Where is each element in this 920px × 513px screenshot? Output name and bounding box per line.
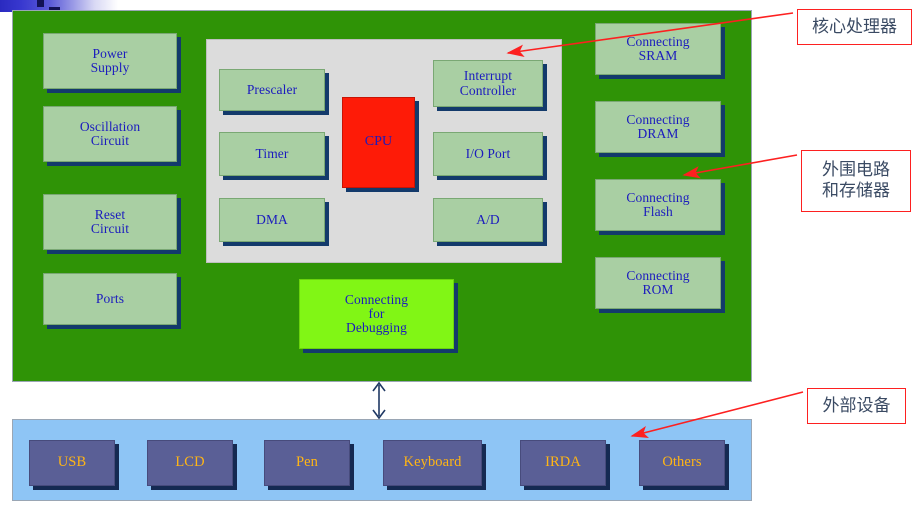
block-label: Reset Circuit bbox=[90, 206, 130, 236]
device-label: LCD bbox=[175, 454, 205, 471]
callout-text: 外部设备 bbox=[822, 395, 891, 416]
block-connecting-for-debugging[interactable]: Connecting for Debugging bbox=[299, 279, 454, 349]
block-connecting-flash[interactable]: Connecting Flash bbox=[595, 179, 721, 231]
block-dma[interactable]: DMA bbox=[219, 198, 325, 242]
block-label: I/O Port bbox=[465, 145, 511, 161]
block-oscillation-circuit[interactable]: Oscillation Circuit bbox=[43, 106, 177, 162]
block-reset-circuit[interactable]: Reset Circuit bbox=[43, 194, 177, 250]
block-io-port[interactable]: I/O Port bbox=[433, 132, 543, 176]
block-power-supply[interactable]: Power Supply bbox=[43, 33, 177, 89]
external-devices-panel: USB LCD Pen Keyboard IRDA Others bbox=[12, 419, 752, 501]
block-connecting-dram[interactable]: Connecting DRAM bbox=[595, 101, 721, 153]
device-label: USB bbox=[57, 454, 87, 471]
soc-panel: Power Supply Oscillation Circuit Reset C… bbox=[12, 10, 752, 382]
block-label: Connecting SRAM bbox=[626, 33, 690, 63]
block-timer[interactable]: Timer bbox=[219, 132, 325, 176]
block-cpu[interactable]: CPU bbox=[342, 97, 415, 188]
device-label: Pen bbox=[295, 454, 319, 471]
callout-text: 核心处理器 bbox=[812, 16, 897, 37]
block-ports[interactable]: Ports bbox=[43, 273, 177, 325]
block-label: Prescaler bbox=[246, 81, 298, 97]
device-lcd[interactable]: LCD bbox=[147, 440, 233, 486]
block-label: Connecting DRAM bbox=[626, 111, 690, 141]
callout-core-processor: 核心处理器 bbox=[797, 9, 912, 45]
decorative-tick-icon bbox=[37, 0, 44, 7]
block-label: Ports bbox=[95, 290, 125, 306]
bidirectional-bus-arrow-icon bbox=[372, 381, 386, 420]
block-label: Oscillation Circuit bbox=[79, 118, 141, 148]
device-others[interactable]: Others bbox=[639, 440, 725, 486]
callout-text: 外围电路 和存储器 bbox=[822, 160, 890, 201]
device-keyboard[interactable]: Keyboard bbox=[383, 440, 482, 486]
device-label: Keyboard bbox=[403, 454, 462, 471]
diagram-canvas: Power Supply Oscillation Circuit Reset C… bbox=[0, 0, 920, 513]
block-label: A/D bbox=[476, 211, 500, 227]
device-usb[interactable]: USB bbox=[29, 440, 115, 486]
block-label: Timer bbox=[255, 145, 289, 161]
callout-external-devices: 外部设备 bbox=[807, 388, 906, 424]
block-label: Connecting Flash bbox=[626, 189, 690, 219]
callout-peripheral-and-memory: 外围电路 和存储器 bbox=[801, 150, 911, 212]
block-label: Interrupt Controller bbox=[459, 68, 517, 98]
device-label: IRDA bbox=[545, 454, 581, 471]
block-label: Power Supply bbox=[90, 45, 130, 75]
block-connecting-rom[interactable]: Connecting ROM bbox=[595, 257, 721, 309]
device-pen[interactable]: Pen bbox=[264, 440, 350, 486]
block-connecting-sram[interactable]: Connecting SRAM bbox=[595, 23, 721, 75]
device-irda[interactable]: IRDA bbox=[520, 440, 606, 486]
block-prescaler[interactable]: Prescaler bbox=[219, 69, 325, 111]
block-label: Connecting ROM bbox=[626, 267, 690, 297]
block-label: DMA bbox=[256, 211, 288, 227]
block-label: Connecting for Debugging bbox=[344, 291, 409, 336]
block-interrupt-controller[interactable]: Interrupt Controller bbox=[433, 60, 543, 107]
block-label: CPU bbox=[364, 134, 393, 150]
device-label: Others bbox=[662, 454, 702, 471]
block-a-d-converter[interactable]: A/D bbox=[433, 198, 543, 242]
